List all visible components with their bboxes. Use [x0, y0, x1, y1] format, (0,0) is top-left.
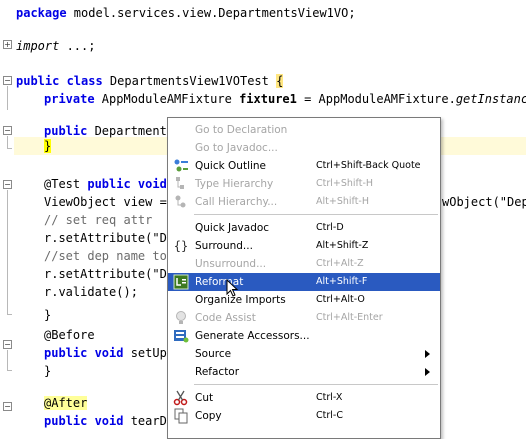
code-line-comment: // set req attr	[44, 213, 153, 227]
menu-item-source[interactable]: Source	[168, 345, 440, 363]
code-line-validate: r.validate();	[44, 285, 138, 299]
code-line-viewobject: ViewObject view =	[44, 195, 175, 209]
code-line-teardown: public void tearDo	[44, 414, 175, 428]
menu-item-generate-accessors[interactable]: Generate Accessors...	[168, 327, 440, 345]
code-line-setattribute: r.setAttribute("De	[44, 231, 175, 245]
menu-item-call-hierarchy[interactable]: Call Hierarchy... Alt+Shift-H	[168, 193, 440, 211]
fold-collapse-icon[interactable]: −	[3, 402, 12, 411]
code-line-constructor-close: }	[44, 139, 52, 153]
code-line-class: public class DepartmentsView1VOTest {	[16, 74, 284, 88]
menu-item-unsurround[interactable]: Unsurround... Ctrl+Alt-Z	[168, 255, 440, 273]
code-line-before-annotation: @Before	[44, 328, 95, 342]
code-line-test-method: @Test public void	[44, 177, 167, 191]
fold-collapse-icon[interactable]: −	[3, 340, 12, 349]
hierarchy-icon	[173, 176, 189, 192]
code-line-close: }	[44, 308, 52, 322]
accessors-icon	[173, 328, 189, 344]
code-line-viewobject-tail: wObject("Dep	[442, 195, 526, 209]
menu-item-code-assist[interactable]: Code Assist Ctrl+Alt-Enter	[168, 309, 440, 327]
menu-item-cut[interactable]: Cut Ctrl-X	[168, 389, 440, 407]
menu-item-go-to-declaration[interactable]: Go to Declaration	[168, 121, 440, 139]
bulb-icon	[173, 310, 189, 326]
scissors-icon	[173, 390, 189, 406]
code-line-constructor: public Departments	[44, 124, 175, 138]
reformat-icon	[173, 274, 189, 290]
code-line-setattribute: r.setAttribute("De	[44, 267, 175, 281]
menu-item-type-hierarchy[interactable]: Type Hierarchy Ctrl+Shift-H	[168, 175, 440, 193]
copy-icon	[173, 408, 189, 424]
submenu-arrow-icon	[425, 350, 430, 358]
fold-guide-end	[7, 314, 12, 315]
fold-guide	[7, 86, 8, 110]
fold-guide-end	[7, 370, 12, 371]
menu-item-quick-outline[interactable]: Quick Outline Ctrl+Shift-Back Quote	[168, 157, 440, 175]
menu-item-go-to-javadoc[interactable]: Go to Javadoc...	[168, 139, 440, 157]
submenu-arrow-icon	[425, 368, 430, 376]
code-line-import: import ...;	[16, 39, 96, 53]
fold-guide-end	[7, 148, 12, 149]
menu-item-surround[interactable]: {} Surround... Alt+Shift-Z	[168, 237, 440, 255]
context-menu: Go to Declaration Go to Javadoc... Quick…	[167, 117, 441, 439]
menu-separator	[194, 384, 438, 385]
code-line-after-annotation: @After	[44, 396, 88, 410]
fold-collapse-icon[interactable]: −	[3, 180, 12, 189]
editor-gutter: + − − − − −	[0, 0, 14, 430]
menu-separator	[194, 214, 438, 215]
fold-guide	[7, 190, 8, 314]
code-line-package: package model.services.view.DepartmentsV…	[16, 6, 356, 20]
fold-guide	[7, 350, 8, 370]
menu-item-copy[interactable]: Copy Ctrl-C	[168, 407, 440, 425]
fold-collapse-icon[interactable]: −	[3, 126, 12, 135]
code-line-close: }	[44, 364, 52, 378]
code-line-setup: public void setUp(	[44, 346, 175, 360]
menu-item-organize-imports[interactable]: Organize Imports Ctrl+Alt-O	[168, 291, 440, 309]
fold-collapse-icon[interactable]: −	[3, 76, 12, 85]
call-hierarchy-icon	[173, 194, 189, 210]
braces-icon: {}	[173, 239, 189, 253]
code-line-fixture: private AppModuleAMFixture fixture1 = Ap…	[44, 92, 526, 106]
fold-guide	[7, 136, 8, 148]
code-line-comment: //set dep name to	[44, 249, 167, 263]
outline-icon	[173, 158, 189, 174]
fold-expand-icon[interactable]: +	[3, 40, 12, 49]
menu-item-refactor[interactable]: Refactor	[168, 363, 440, 381]
menu-item-reformat[interactable]: Reformat Alt+Shift-F	[168, 273, 440, 297]
menu-item-quick-javadoc[interactable]: Quick Javadoc Ctrl-D	[168, 219, 440, 237]
